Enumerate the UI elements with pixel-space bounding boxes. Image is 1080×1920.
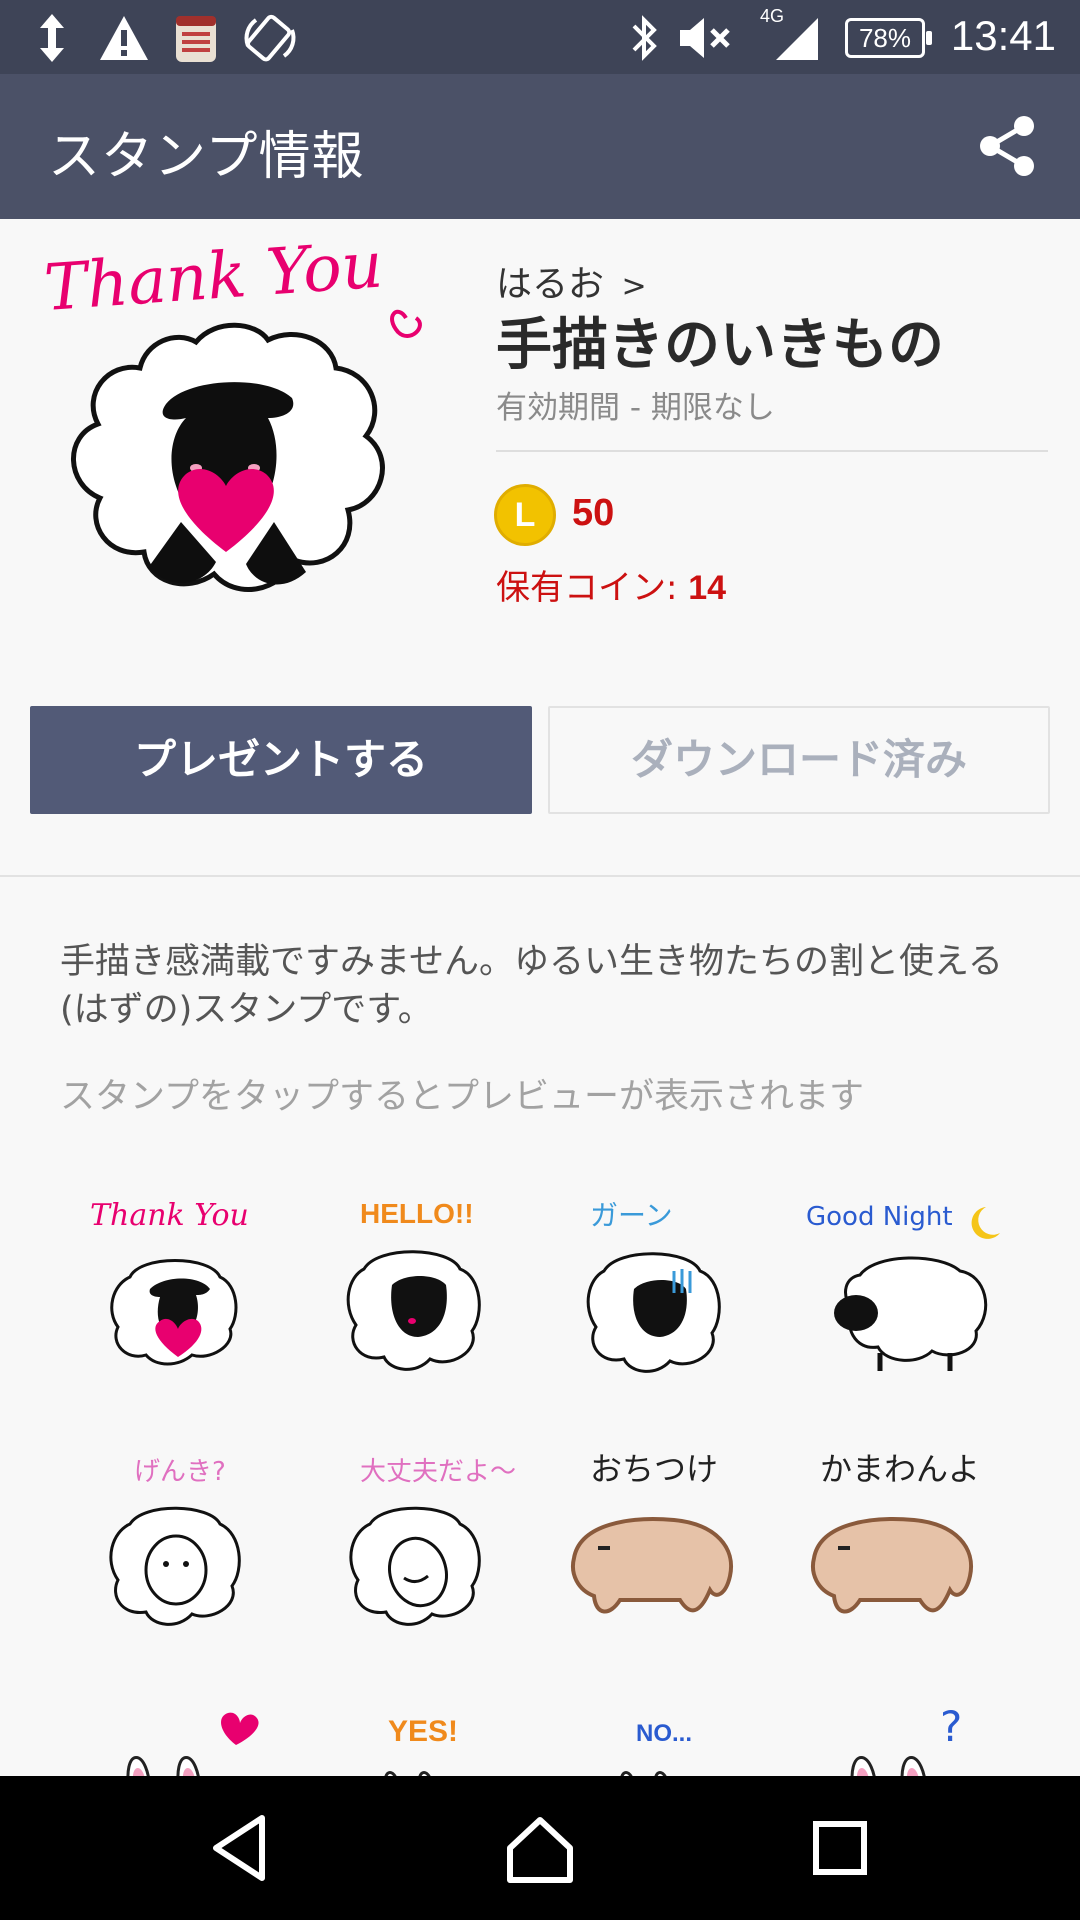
- battery-level: 78%: [858, 23, 912, 53]
- main-sticker-image: Thank You: [42, 229, 422, 592]
- section-divider: [0, 875, 1080, 877]
- rabbit-question-sticker[interactable]: ?: [790, 1685, 1020, 1776]
- rotation-icon: [244, 14, 296, 62]
- svg-text:Thank You: Thank You: [42, 229, 385, 326]
- back-icon[interactable]: [202, 1808, 282, 1888]
- rabbit-heart-sticker[interactable]: [60, 1685, 290, 1776]
- battery-icon: 78%: [845, 18, 932, 58]
- rabbit-no-sticker[interactable]: NO...: [540, 1685, 770, 1776]
- sheep-heart-sticker[interactable]: Thank You: [60, 1185, 290, 1395]
- memo-app-icon: [176, 16, 216, 62]
- owned-coins-label: 保有コイン:: [496, 568, 689, 608]
- share-icon[interactable]: [972, 110, 1044, 182]
- owned-coins: 保有コイン: 14: [496, 560, 726, 609]
- app-header: スタンプ情報: [0, 74, 1080, 219]
- sticker-caption: かまわんよ: [820, 1450, 980, 1488]
- warning-icon: [100, 16, 148, 60]
- sticker-caption: Good Night: [806, 1202, 953, 1232]
- recents-icon[interactable]: [800, 1808, 880, 1888]
- capybara-kamawanyo-sticker[interactable]: かまわんよ: [790, 1440, 1020, 1650]
- navigation-bar: [0, 1776, 1080, 1920]
- sticker-caption: 大丈夫だよ～: [360, 1457, 516, 1487]
- line-coin-icon: L: [494, 484, 556, 546]
- author-name: はるお: [496, 264, 605, 305]
- sticker-caption: ガーン: [590, 1199, 673, 1232]
- sticker-caption: NO...: [636, 1720, 692, 1747]
- data-transfer-icon: [40, 14, 64, 62]
- sticker-caption: YES!: [388, 1715, 458, 1748]
- sheep-daijoubu-sticker[interactable]: 大丈夫だよ～: [300, 1440, 530, 1650]
- sticker-caption: げんき?: [134, 1457, 226, 1487]
- sticker-caption: おちつけ: [590, 1450, 718, 1488]
- capybara-ochitsuke-sticker[interactable]: おちつけ: [540, 1440, 770, 1650]
- sticker-grid: Thank You HELLO!! ガーン Good Night げんき? 大丈…: [0, 1160, 1080, 1776]
- page-title: スタンプ情報: [48, 127, 365, 187]
- rabbit-yes-sticker[interactable]: YES!: [300, 1685, 530, 1776]
- home-icon[interactable]: [500, 1808, 580, 1888]
- mute-icon: [680, 18, 730, 58]
- owned-coins-value: 14: [688, 569, 727, 607]
- validity-period: 有効期間 - 期限なし: [496, 390, 775, 426]
- screen: 4G 78% 13:41 スタンプ情報 Thank You はるお > 手描きの…: [0, 0, 1080, 1920]
- chevron-right-icon: >: [621, 269, 647, 304]
- coin-letter: L: [514, 496, 536, 534]
- sticker-description: 手描き感満載ですみません。ゆるい生き物たちの割と使える(はずの)スタンプです。: [60, 942, 1003, 1030]
- sticker-title: 手描きのいきもの: [496, 313, 944, 378]
- present-button[interactable]: プレゼントする: [30, 706, 532, 814]
- preview-hint: スタンプをタップするとプレビューが表示されます: [60, 1077, 864, 1117]
- sticker-caption: HELLO!!: [360, 1198, 474, 1229]
- sheep-sleep-sticker[interactable]: Good Night: [790, 1185, 1020, 1395]
- clock: 13:41: [950, 12, 1056, 59]
- sheep-shock-sticker[interactable]: ガーン: [540, 1185, 770, 1395]
- sheep-genki-sticker[interactable]: げんき?: [60, 1440, 290, 1650]
- downloaded-button: ダウンロード済み: [548, 706, 1050, 814]
- sticker-caption: Thank You: [90, 1198, 249, 1233]
- divider: [496, 450, 1048, 452]
- sticker-caption: ?: [940, 1702, 962, 1751]
- bluetooth-icon: [632, 15, 657, 61]
- price: 50: [572, 492, 615, 534]
- status-bar: 4G 78% 13:41: [0, 0, 1080, 74]
- signal-icon: [776, 18, 818, 60]
- sheep-hello-sticker[interactable]: HELLO!!: [300, 1185, 530, 1395]
